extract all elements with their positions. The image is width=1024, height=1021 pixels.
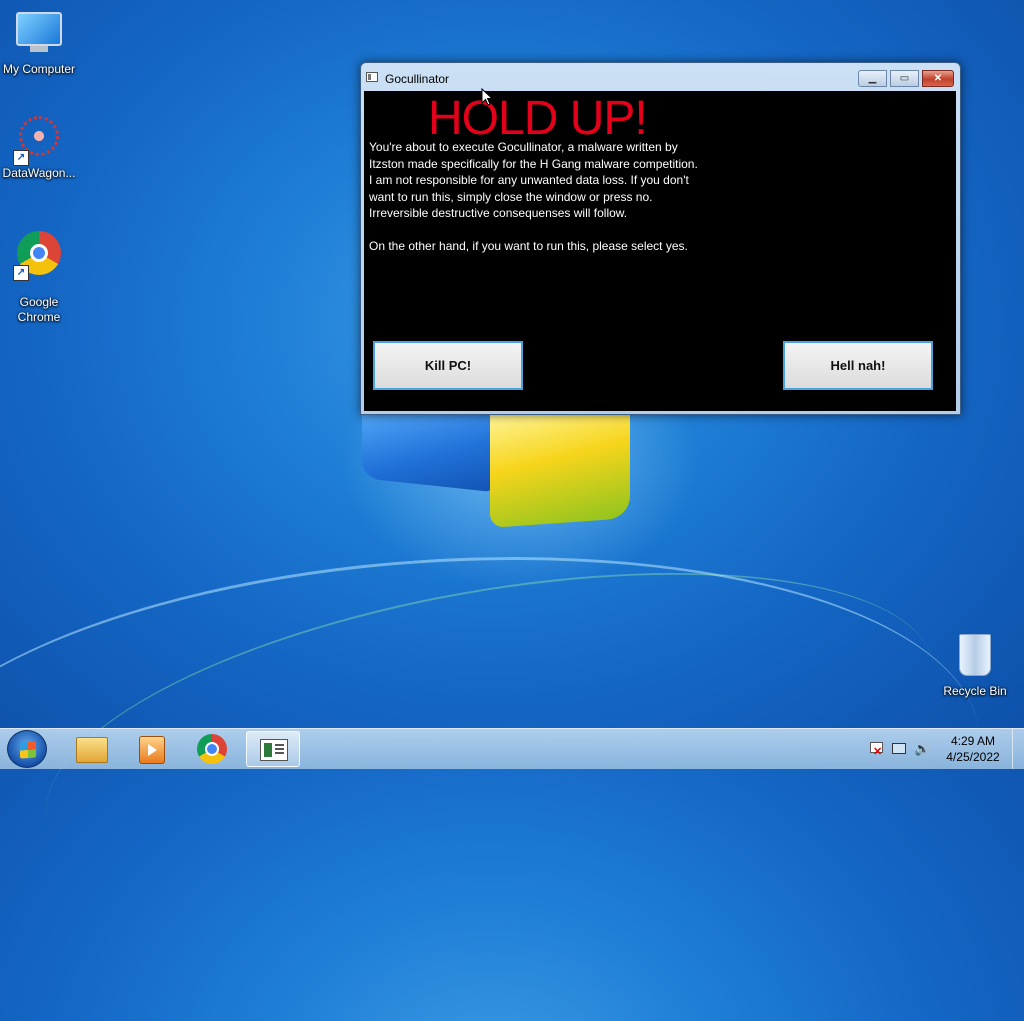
desktop-icon-google-chrome[interactable]: ↗ Google Chrome: [0, 215, 78, 339]
taskbar-media-player[interactable]: [122, 731, 176, 767]
desktop-icon-label: DataWagon...: [2, 166, 76, 180]
app-window-icon: [260, 739, 288, 761]
window-content: HOLD UP! You're about to execute Goculli…: [364, 91, 956, 411]
action-center-flag-icon[interactable]: [868, 741, 884, 760]
desktop-icon-recycle-bin[interactable]: Recycle Bin: [936, 630, 1014, 698]
show-desktop-button[interactable]: [1012, 729, 1024, 769]
warning-heading: HOLD UP!: [428, 92, 648, 145]
folder-icon: [76, 737, 108, 763]
app-window-icon: [366, 72, 378, 82]
hell-nah-button[interactable]: Hell nah!: [783, 341, 933, 390]
windows-flag-icon: [20, 741, 36, 759]
chrome-icon: ↗: [13, 231, 63, 281]
chrome-icon: [197, 734, 227, 764]
volume-icon[interactable]: 🔊: [914, 741, 930, 757]
clock-date: 4/25/2022: [946, 750, 1000, 764]
kill-pc-button[interactable]: Kill PC!: [373, 341, 523, 390]
window-titlebar[interactable]: Gocullinator ▁ ▭ ✕: [361, 63, 960, 91]
taskbar-gocullinator[interactable]: [246, 731, 300, 767]
network-icon[interactable]: [891, 741, 907, 757]
desktop-icon-datawagon[interactable]: ↗ DataWagon...: [0, 112, 78, 180]
taskbar-clock[interactable]: 4:29 AM 4/25/2022: [940, 733, 1006, 765]
taskbar-chrome[interactable]: [184, 731, 238, 767]
taskbar: 🔊 4:29 AM 4/25/2022: [0, 728, 1024, 769]
media-player-icon: [139, 736, 165, 764]
desktop-icon-label: Recycle Bin: [943, 684, 1007, 698]
window-title: Gocullinator: [385, 72, 450, 86]
desktop-icon-my-computer[interactable]: My Computer: [0, 8, 78, 76]
datawagon-icon: ↗: [13, 116, 63, 166]
computer-icon: [15, 12, 63, 60]
taskbar-explorer[interactable]: [62, 731, 116, 767]
clock-time: 4:29 AM: [950, 734, 996, 748]
close-button[interactable]: ✕: [922, 70, 954, 87]
warning-message: You're about to execute Gocullinator, a …: [369, 140, 698, 253]
maximize-button[interactable]: ▭: [890, 70, 919, 87]
gocullinator-window[interactable]: Gocullinator ▁ ▭ ✕ HOLD UP! You're about…: [360, 62, 961, 415]
start-button[interactable]: [7, 730, 47, 768]
recycle-bin-icon: [951, 634, 999, 682]
desktop-icon-label: Google Chrome: [17, 295, 61, 324]
minimize-button[interactable]: ▁: [858, 70, 887, 87]
mouse-cursor-icon: [481, 88, 493, 106]
desktop-icon-label: My Computer: [2, 62, 76, 76]
windows-logo-yellow-pane: [490, 400, 630, 528]
